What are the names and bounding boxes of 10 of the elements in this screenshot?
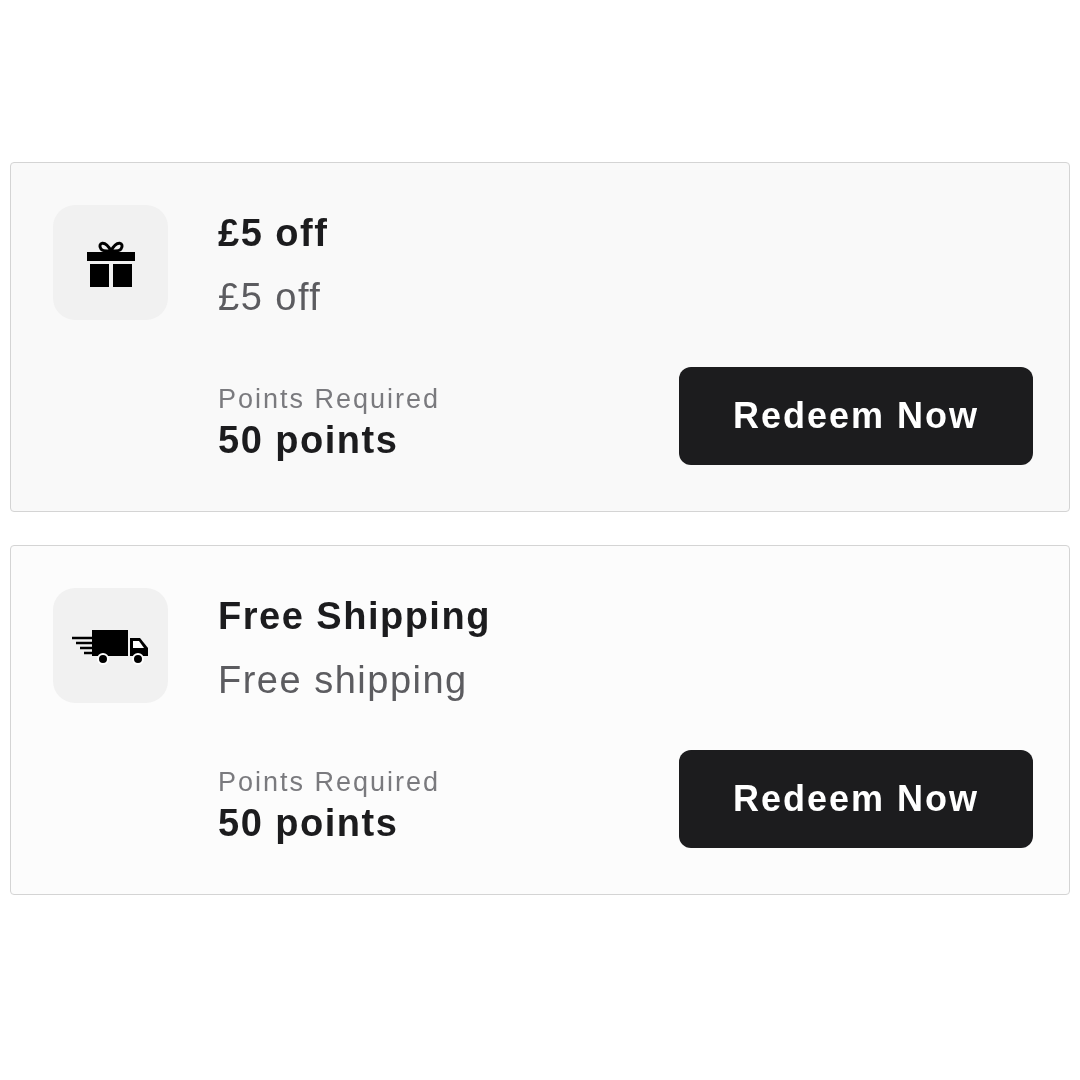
reward-description: £5 off: [218, 275, 323, 319]
points-value: 50 points: [218, 801, 400, 846]
reward-description: Free shipping: [218, 658, 469, 702]
redeem-button[interactable]: Redeem Now: [679, 367, 1033, 465]
reward-title: Free Shipping: [218, 594, 492, 638]
points-value: 50 points: [218, 418, 400, 463]
redeem-button[interactable]: Redeem Now: [679, 750, 1033, 848]
points-label: Points Required: [218, 766, 441, 798]
reward-title: £5 off: [218, 211, 330, 255]
points-label: Points Required: [218, 383, 441, 415]
